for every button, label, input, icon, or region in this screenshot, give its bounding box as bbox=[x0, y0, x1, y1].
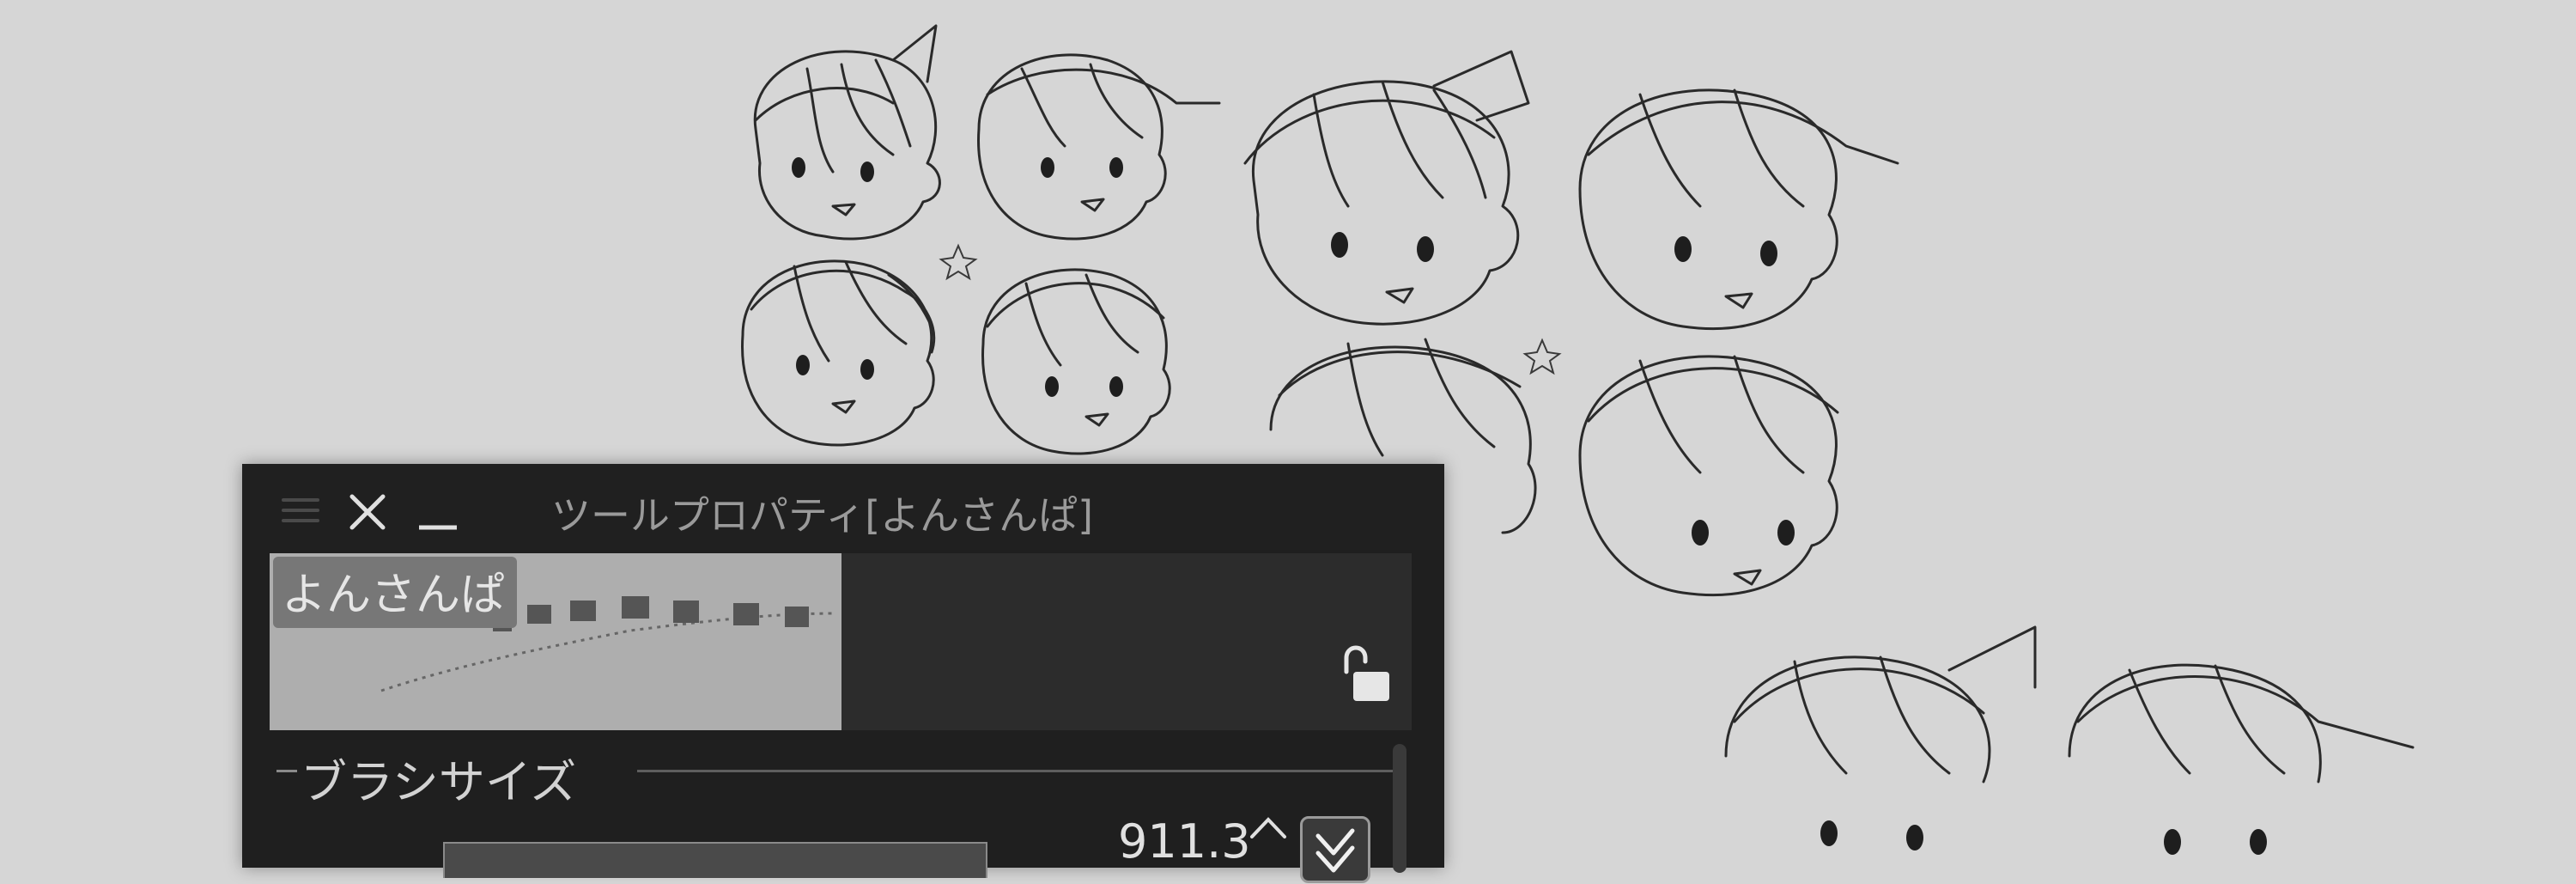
brush-stroke-preview: よんさんぱ bbox=[270, 553, 841, 730]
sketch-head bbox=[1243, 50, 1530, 326]
sketch-head bbox=[753, 24, 941, 241]
panel-title: ツールプロパティ[よんさんぱ] bbox=[551, 492, 1094, 539]
sketch-head bbox=[1724, 625, 2037, 850]
sketch-head bbox=[2068, 663, 2415, 855]
brush-size-value[interactable]: 911.3 bbox=[1118, 814, 1251, 869]
brush-size-section-header[interactable]: ブラシサイズ bbox=[276, 746, 1401, 809]
sketch-head bbox=[977, 53, 1221, 241]
sketch-head bbox=[741, 259, 936, 447]
close-icon[interactable] bbox=[345, 490, 390, 534]
section-collapse-dash[interactable] bbox=[276, 770, 297, 772]
minimize-icon[interactable] bbox=[416, 490, 460, 534]
brush-size-checkbox[interactable] bbox=[1300, 816, 1370, 883]
panel-titlebar[interactable]: ツールプロパティ[よんさんぱ] bbox=[242, 464, 1444, 550]
sketch-head bbox=[981, 268, 1171, 455]
sparkle-star bbox=[939, 243, 978, 281]
sketch-head bbox=[1578, 88, 1899, 330]
section-divider bbox=[637, 770, 1401, 772]
sparkle-star bbox=[1522, 338, 1562, 375]
tool-property-panel: ツールプロパティ[よんさんぱ] よんさんぱ ブラシサイズ 911.3 bbox=[242, 464, 1444, 883]
chevron-up-icon[interactable] bbox=[1247, 811, 1290, 845]
brush-name-label: よんさんぱ bbox=[273, 557, 518, 628]
brush-size-slider[interactable] bbox=[443, 842, 987, 878]
unlocked-padlock-icon[interactable] bbox=[1334, 639, 1394, 708]
hamburger-menu-icon[interactable] bbox=[278, 490, 323, 534]
brush-preview[interactable]: よんさんぱ bbox=[270, 553, 1412, 730]
sketch-head bbox=[1578, 355, 1839, 596]
panel-scrollbar[interactable] bbox=[1393, 744, 1406, 873]
checkmark-icon bbox=[1315, 828, 1355, 873]
section-label: ブラシサイズ bbox=[301, 755, 577, 809]
